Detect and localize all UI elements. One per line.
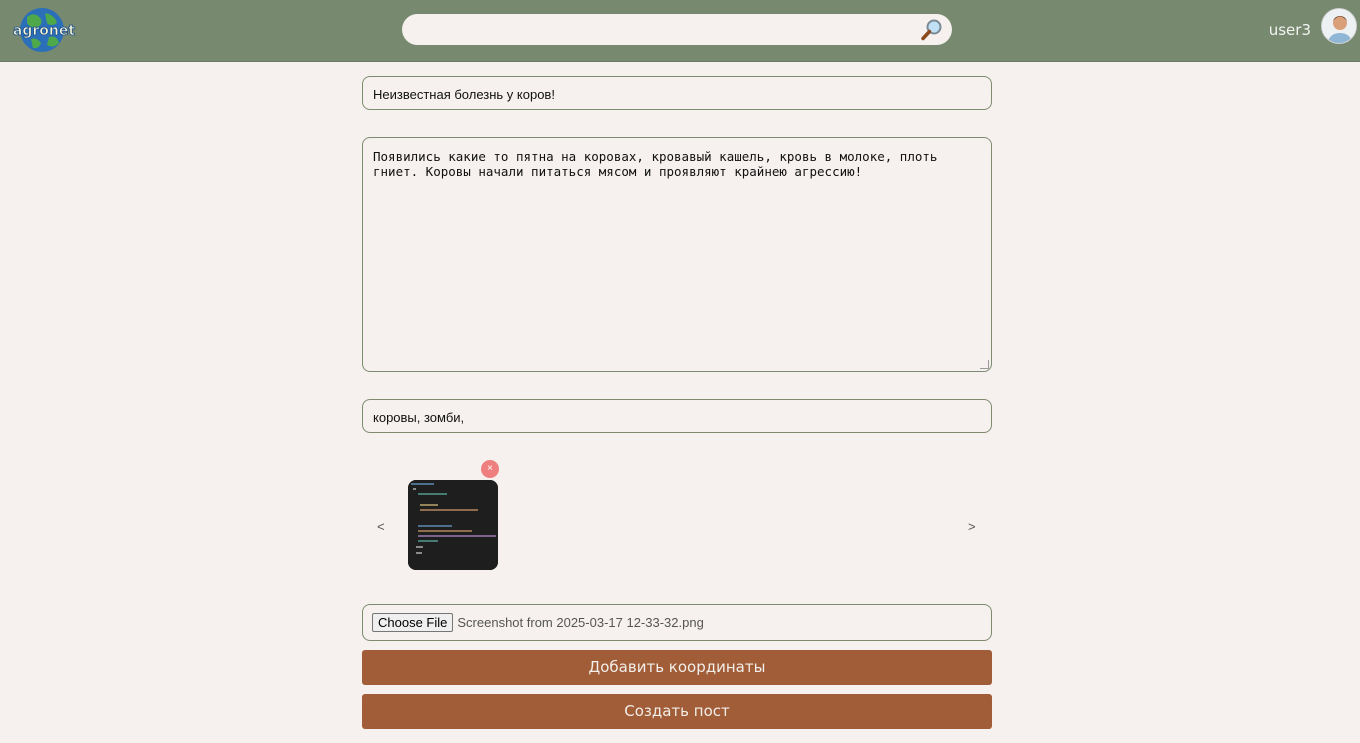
selected-file-name: Screenshot from 2025-03-17 12-33-32.png [457, 615, 704, 630]
carousel-prev-button[interactable]: < [377, 519, 385, 534]
choose-file-button[interactable]: Choose File [372, 613, 454, 632]
search-input[interactable] [402, 14, 952, 45]
search-icon[interactable] [920, 18, 944, 42]
header-bar: agronet user3 [0, 0, 1360, 62]
remove-image-button[interactable]: × [481, 460, 499, 478]
post-body-text: Появились какие то пятна на коровах, кро… [373, 149, 938, 179]
username-label[interactable]: user3 [1269, 21, 1311, 39]
agronet-logo[interactable]: agronet [9, 7, 79, 53]
post-title-input[interactable]: Неизвестная болезнь у коров! [362, 76, 992, 110]
post-body-textarea[interactable]: Появились какие то пятна на коровах, кро… [362, 137, 992, 372]
add-coordinates-button[interactable]: Добавить координаты [362, 650, 992, 685]
carousel-next-button[interactable]: > [968, 519, 976, 534]
file-input[interactable]: Choose File Screenshot from 2025-03-17 1… [362, 604, 992, 641]
svg-text:agronet: agronet [13, 23, 75, 39]
create-post-button[interactable]: Создать пост [362, 694, 992, 729]
resize-handle[interactable] [980, 360, 989, 369]
post-tags-input[interactable]: коровы, зомби, [362, 399, 992, 433]
image-thumbnail [408, 480, 498, 570]
avatar[interactable] [1321, 8, 1357, 44]
